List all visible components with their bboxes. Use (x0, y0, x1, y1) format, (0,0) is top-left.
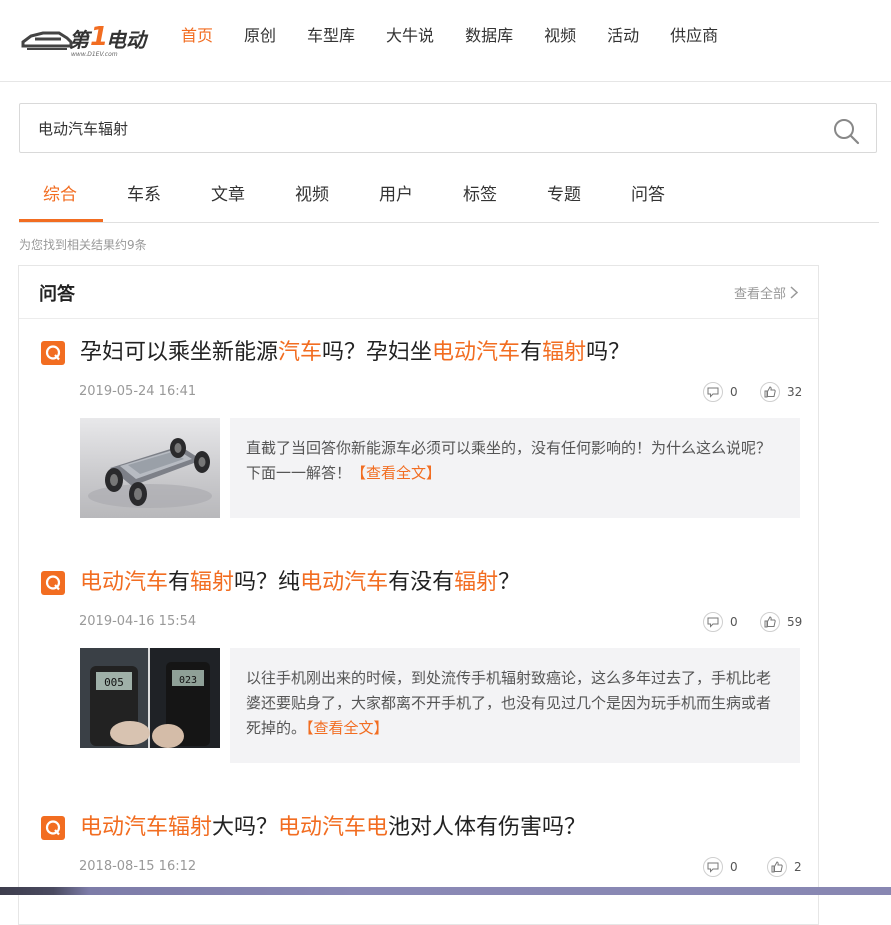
question-badge-icon (41, 571, 65, 595)
title-segment: 吗？ (586, 340, 631, 365)
thumbs-up-icon (760, 382, 780, 402)
title-segment: 池对人体有伤害吗？ (388, 815, 587, 840)
tab-all[interactable]: 综合 (43, 180, 77, 205)
search-icon (834, 119, 860, 145)
question-title[interactable]: 电动汽车辐射大吗？电动汽车电池对人体有伤害吗？ (80, 809, 586, 841)
title-segment: ？ (498, 570, 521, 595)
title-highlight: 电动汽车 (432, 340, 521, 365)
title-highlight: 电动汽车 (300, 570, 389, 595)
like-count[interactable]: 32 (760, 382, 802, 402)
nav-item-suppliers[interactable]: 供应商 (670, 24, 718, 48)
title-segment: 有没有 (388, 570, 455, 595)
question-excerpt: 直截了当回答你新能源车必须可以乘坐的，没有任何影响的！为什么这么说呢？下面一一解… (230, 418, 800, 518)
title-highlight: 汽车 (278, 340, 323, 365)
active-tab-indicator (19, 219, 103, 222)
title-segment: 孕妇可以乘坐新能源 (80, 340, 279, 365)
question-thumbnail[interactable]: 005 023 (80, 648, 220, 748)
question-title[interactable]: 电动汽车有辐射吗？纯电动汽车有没有辐射？ (80, 564, 520, 596)
question-date: 2018-08-15 16:12 (79, 859, 197, 874)
title-segment: 有 (168, 570, 191, 595)
tab-tags[interactable]: 标签 (463, 180, 497, 205)
nav-item-car-models[interactable]: 车型库 (307, 24, 355, 48)
comment-count-value: 0 (730, 385, 738, 399)
question-excerpt: 以往手机刚出来的时候，到处流传手机辐射致癌论，这么多年过去了，手机比老婆还要贴身… (230, 648, 800, 763)
comment-icon (703, 382, 723, 402)
question-badge-icon (41, 341, 65, 365)
view-all-label: 查看全部 (733, 287, 786, 302)
search-button[interactable] (832, 117, 860, 145)
svg-text:电动: 电动 (106, 28, 149, 52)
nav-item-database[interactable]: 数据库 (465, 24, 513, 48)
nav-item-home[interactable]: 首页 (181, 24, 213, 48)
title-highlight: 电动汽车电 (278, 815, 389, 840)
main-nav: 首页 原创 车型库 大牛说 数据库 视频 活动 供应商 (181, 24, 749, 48)
search-input[interactable] (38, 104, 818, 152)
nav-item-video[interactable]: 视频 (544, 24, 576, 48)
site-logo[interactable]: 第 1 电动 www.D1EV.com (21, 16, 151, 58)
title-highlight: 电动汽车 (80, 570, 169, 595)
question-badge-icon (41, 816, 65, 840)
comment-count-value: 0 (730, 615, 738, 629)
comment-icon (703, 857, 723, 877)
chassis-image (88, 438, 212, 508)
read-more-link[interactable]: 【查看全文】 (351, 464, 441, 482)
tab-series[interactable]: 车系 (127, 180, 161, 205)
like-count[interactable]: 59 (760, 612, 802, 632)
title-highlight: 辐射 (190, 570, 235, 595)
question-thumbnail[interactable] (80, 418, 220, 518)
question-date: 2019-04-16 15:54 (79, 614, 197, 629)
meter-reading: 023 (179, 675, 197, 686)
tab-topics[interactable]: 专题 (547, 180, 581, 205)
tab-qa[interactable]: 问答 (631, 180, 665, 205)
result-count: 为您找到相关结果约9条 (19, 238, 147, 252)
svg-text:www.D1EV.com: www.D1EV.com (71, 51, 118, 58)
view-all-link[interactable]: 查看全部 (734, 283, 798, 302)
question-date: 2019-05-24 16:41 (79, 384, 197, 399)
title-highlight: 辐射 (454, 570, 499, 595)
thumbs-up-icon (760, 612, 780, 632)
comment-count[interactable]: 0 (703, 612, 738, 632)
like-count[interactable]: 2 (767, 857, 802, 877)
comment-count[interactable]: 0 (703, 857, 738, 877)
result-tabs: 综合 车系 文章 视频 用户 标签 专题 问答 (19, 170, 879, 223)
nav-item-experts[interactable]: 大牛说 (386, 24, 434, 48)
title-highlight: 辐射 (542, 340, 587, 365)
title-segment: 吗？孕妇坐 (322, 340, 433, 365)
qa-card: 问答 查看全部 孕妇可以乘坐新能源汽车吗？孕妇坐电动汽车有辐射吗？ 2019-0… (18, 265, 819, 925)
nav-item-original[interactable]: 原创 (244, 24, 276, 48)
read-more-link[interactable]: 【查看全文】 (306, 719, 389, 737)
title-highlight: 电动汽车辐射 (80, 815, 213, 840)
question-title[interactable]: 孕妇可以乘坐新能源汽车吗？孕妇坐电动汽车有辐射吗？ (80, 334, 630, 366)
radiation-meter-image: 005 023 (80, 648, 220, 748)
like-count-value: 59 (787, 615, 803, 629)
title-segment: 大吗？ (212, 815, 279, 840)
like-count-value: 32 (787, 385, 803, 399)
search-box (19, 103, 877, 153)
tab-articles[interactable]: 文章 (211, 180, 245, 205)
tab-videos[interactable]: 视频 (295, 180, 329, 205)
title-segment: 有 (520, 340, 543, 365)
meter-reading: 005 (104, 676, 124, 689)
chevron-right-icon (790, 286, 798, 299)
title-segment: 吗？纯 (234, 570, 301, 595)
comment-count[interactable]: 0 (703, 382, 738, 402)
comment-count-value: 0 (730, 860, 738, 874)
comment-icon (703, 612, 723, 632)
excerpt-text: 直截了当回答你新能源车必须可以乘坐的，没有任何影响的！为什么这么说呢？下面一一解… (246, 439, 772, 482)
card-title: 问答 (39, 284, 75, 305)
bottom-edge-strip (0, 887, 891, 895)
top-header: 第 1 电动 www.D1EV.com 首页 原创 车型库 大牛说 数据库 视频… (0, 0, 891, 82)
thumbs-up-icon (767, 857, 787, 877)
card-header: 问答 查看全部 (19, 266, 818, 319)
nav-item-events[interactable]: 活动 (607, 24, 639, 48)
tab-users[interactable]: 用户 (379, 180, 413, 205)
like-count-value: 2 (794, 860, 802, 874)
